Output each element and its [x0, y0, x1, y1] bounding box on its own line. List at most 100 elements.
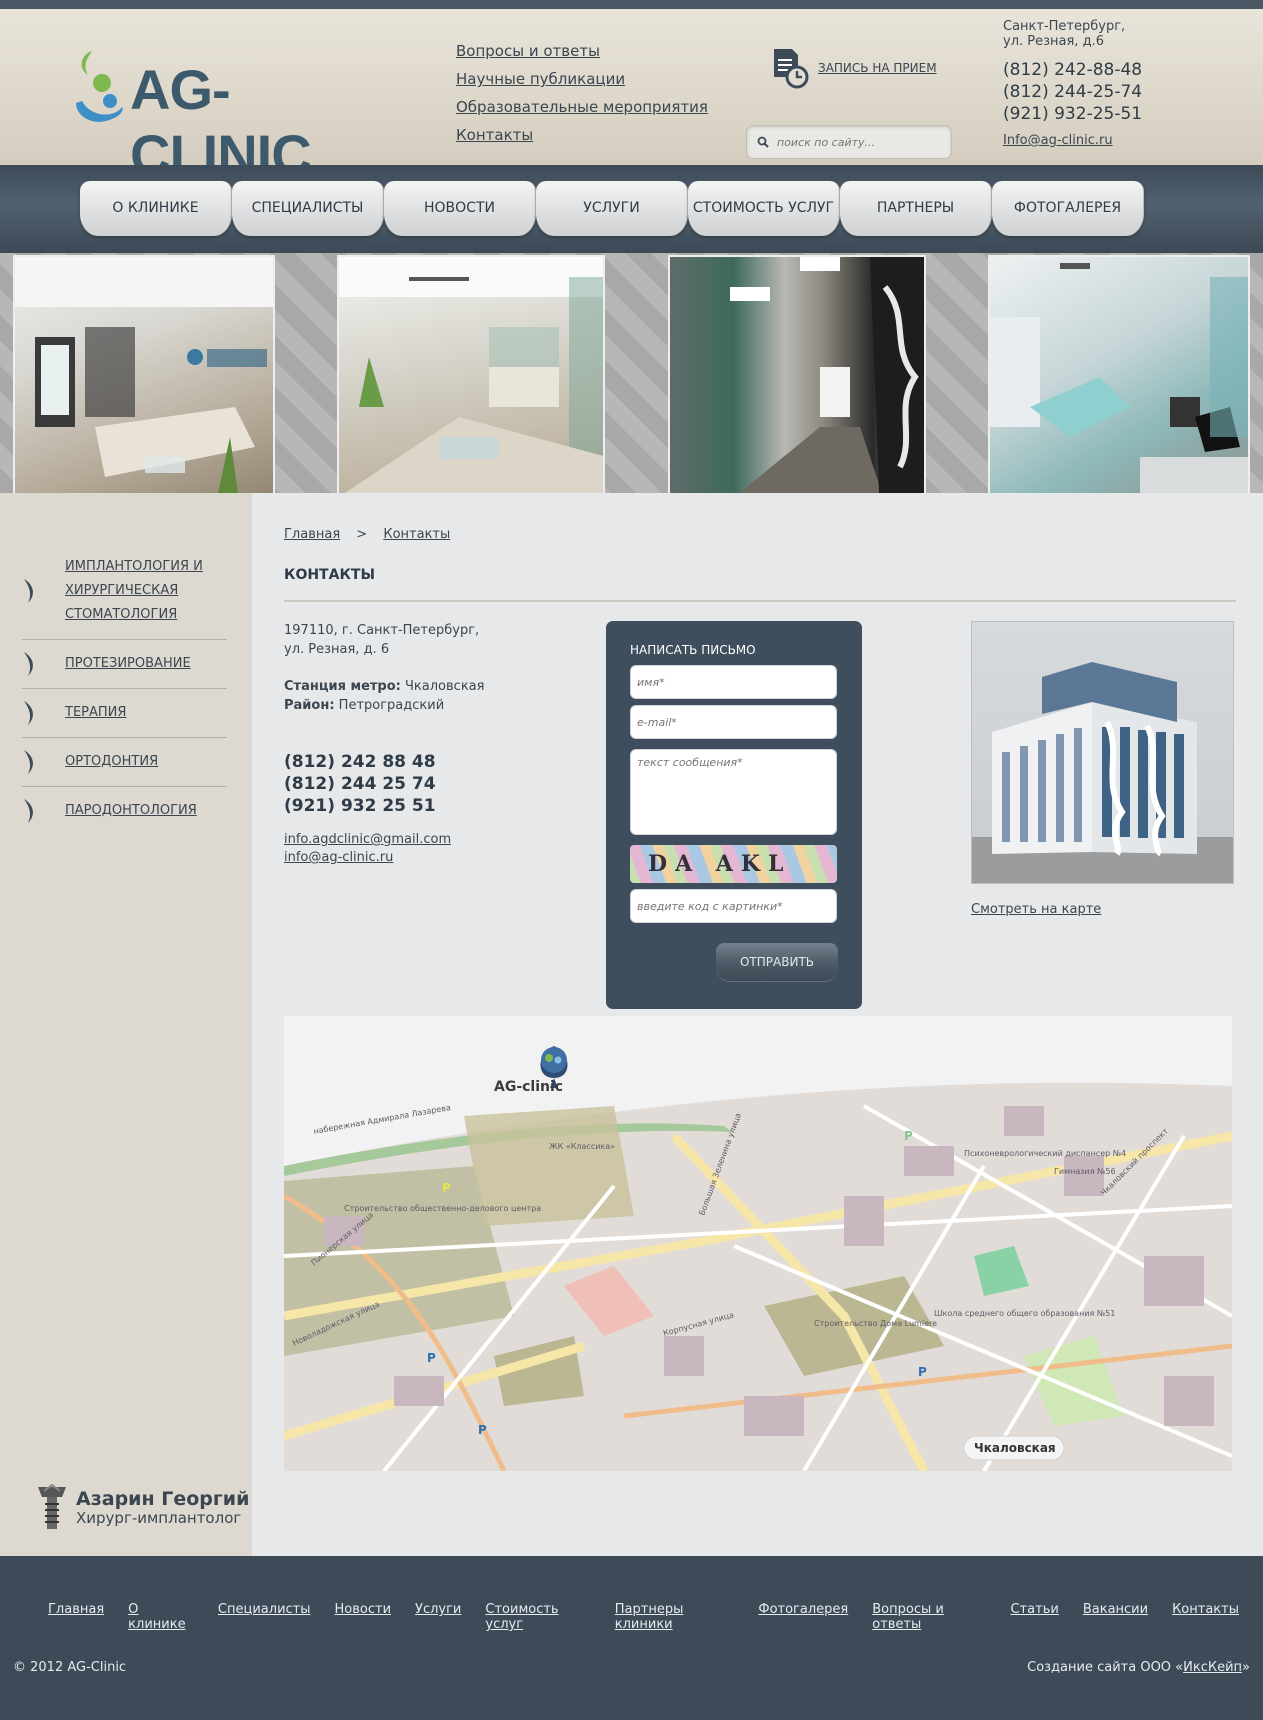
location-map[interactable]: P P P P P набережная Адмирала Лазарева Ж…	[284, 1016, 1232, 1471]
submit-button[interactable]: ОТПРАВИТЬ	[716, 943, 838, 981]
map-station-label: Чкаловская	[974, 1441, 1056, 1455]
clinic-photo-banner	[0, 253, 1263, 515]
doctor-role: Хирург-имплантолог	[76, 1509, 242, 1527]
header-email-link[interactable]: Info@ag-clinic.ru	[1003, 133, 1142, 148]
breadcrumb-home[interactable]: Главная	[284, 527, 340, 542]
nav-gallery[interactable]: ФОТОГАЛЕРЕЯ	[992, 181, 1144, 236]
contact-email-link[interactable]: info@ag-clinic.ru	[284, 849, 544, 867]
top-link-faq[interactable]: Вопросы и ответы	[456, 37, 708, 65]
header-contacts: Санкт-Петербург, ул. Резная, д.6 (812) 2…	[1003, 19, 1142, 148]
search-icon	[757, 136, 769, 148]
sidebar-item-prosthetics[interactable]: ПРОТЕЗИРОВАНИЕ	[22, 640, 227, 689]
contact-phone: (812) 242 88 48	[284, 752, 436, 772]
site-credit-prefix: Создание сайта ООО «	[1027, 1660, 1184, 1675]
footer-link-partners[interactable]: Партнеры клиники	[615, 1602, 735, 1632]
doctor-signature[interactable]: Азарин Георгий Хирург-имплантолог	[36, 1483, 249, 1533]
nav-about[interactable]: О КЛИНИКЕ	[80, 181, 232, 236]
top-links: Вопросы и ответы Научные публикации Обра…	[456, 37, 708, 149]
site-credit-suffix: »	[1242, 1660, 1250, 1675]
header-phone: (812) 244-25-74	[1003, 82, 1143, 102]
metro-row: Станция метро: Чкаловская	[284, 677, 544, 696]
copyright: © 2012 AG-Clinic	[13, 1660, 127, 1675]
nav-prices[interactable]: СТОИМОСТЬ УСЛУГ	[688, 181, 840, 236]
district-label: Район:	[284, 698, 335, 713]
footer-link-gallery[interactable]: Фотогалерея	[758, 1602, 848, 1632]
clinic-lobby-photo	[13, 255, 275, 515]
header-phone: (921) 932-25-51	[1003, 104, 1143, 124]
footer-link-news[interactable]: Новости	[335, 1602, 392, 1632]
footer-link-prices[interactable]: Стоимость услуг	[485, 1602, 590, 1632]
footer-link-about[interactable]: О клинике	[128, 1602, 194, 1632]
chevron-right-icon	[24, 652, 33, 676]
nav-partners[interactable]: ПАРТНЕРЫ КЛИНИКИ	[840, 181, 992, 271]
footer-link-home[interactable]: Главная	[48, 1602, 104, 1632]
clinic-corridor-photo	[668, 255, 926, 515]
footer-link-vacancies[interactable]: Вакансии	[1083, 1602, 1148, 1632]
view-map-link[interactable]: Смотреть на карте	[971, 902, 1101, 917]
sidebar-item-label[interactable]: ОРТОДОНТИЯ	[65, 754, 158, 769]
contact-address-line1: 197110, г. Санкт-Петербург,	[284, 623, 480, 638]
nav-services[interactable]: УСЛУГИ	[536, 181, 688, 236]
metro-label: Станция метро:	[284, 679, 401, 694]
svg-text:P: P	[904, 1129, 913, 1143]
contact-email-link[interactable]: info.agdclinic@gmail.com	[284, 831, 544, 849]
main-content: Главная > Контакты КОНТАКТЫ 197110, г. С…	[252, 493, 1250, 1556]
contact-emails: info.agdclinic@gmail.com info@ag-clinic.…	[284, 831, 544, 867]
footer-link-articles[interactable]: Статьи	[1011, 1602, 1059, 1632]
sidebar-item-label[interactable]: ПАРОДОНТОЛОГИЯ	[65, 803, 197, 818]
footer-link-services[interactable]: Услуги	[415, 1602, 461, 1632]
appointment-clock-icon[interactable]	[770, 47, 810, 89]
map-poi-label: Гимназия №56	[1054, 1167, 1116, 1176]
search-box[interactable]	[746, 125, 952, 159]
appointment: ЗАПИСЬ НА ПРИЕМ	[770, 47, 937, 89]
metro-value: Чкаловская	[405, 679, 485, 694]
map-construction-label: Строительство Дома Lumiere	[814, 1319, 937, 1328]
header-address-line1: Санкт-Петербург,	[1003, 19, 1126, 34]
captcha-image: DA AKL	[630, 845, 837, 883]
district-row: Район: Петроградский	[284, 696, 544, 715]
logo-icon	[76, 51, 123, 122]
svg-text:P: P	[478, 1423, 487, 1437]
captcha-code-field[interactable]	[630, 889, 837, 923]
top-link-events[interactable]: Образовательные мероприятия	[456, 93, 708, 121]
sidebar-item-label[interactable]: ТЕРАПИЯ	[65, 705, 126, 720]
sidebar-item-therapy[interactable]: ТЕРАПИЯ	[22, 689, 227, 738]
svg-text:P: P	[427, 1351, 436, 1365]
footer-link-specialists[interactable]: Специалисты	[218, 1602, 311, 1632]
email-field[interactable]	[630, 705, 837, 739]
dental-implant-icon	[38, 1483, 66, 1529]
clinic-building-photo[interactable]	[971, 621, 1234, 884]
page-title: КОНТАКТЫ	[284, 567, 375, 583]
footer-link-faq[interactable]: Вопросы и ответы	[872, 1602, 986, 1632]
sidebar-item-implantology[interactable]: ИМПЛАНТОЛОГИЯ И ХИРУРГИЧЕСКАЯ СТОМАТОЛОГ…	[22, 543, 227, 640]
map-building-label: ЖК «Классика»	[549, 1142, 615, 1151]
header-address-line2: ул. Резная, д.6	[1003, 34, 1104, 49]
chevron-right-icon	[24, 579, 33, 603]
contact-phones: (812) 242 88 48 (812) 244 25 74 (921) 93…	[284, 751, 544, 817]
name-field[interactable]	[630, 665, 837, 699]
chevron-right-icon	[24, 750, 33, 774]
map-poi-label: Школа среднего общего образования №51	[934, 1309, 1115, 1318]
breadcrumb-current[interactable]: Контакты	[383, 527, 450, 542]
svg-text:P: P	[918, 1365, 927, 1379]
nav-news[interactable]: НОВОСТИ	[384, 181, 536, 236]
svg-text:P: P	[442, 1181, 451, 1195]
site-credit-link[interactable]: ИксКейп	[1183, 1660, 1242, 1675]
map-construction-label: Строительство общественно-делового центр…	[344, 1204, 541, 1213]
message-field[interactable]	[630, 749, 837, 835]
sidebar-item-label[interactable]: ИМПЛАНТОЛОГИЯ И ХИРУРГИЧЕСКАЯ СТОМАТОЛОГ…	[65, 559, 203, 622]
nav-specialists[interactable]: СПЕЦИАЛИСТЫ	[232, 181, 384, 236]
top-link-publications[interactable]: Научные публикации	[456, 65, 708, 93]
header: AG-CLINIC Вопросы и ответы Научные публи…	[0, 0, 1263, 186]
top-link-contacts[interactable]: Контакты	[456, 121, 708, 149]
sidebar-item-periodontology[interactable]: ПАРОДОНТОЛОГИЯ	[22, 787, 227, 835]
search-input[interactable]	[777, 135, 947, 149]
chevron-right-icon	[24, 701, 33, 725]
captcha-text: DA AKL	[648, 851, 792, 877]
appointment-link[interactable]: ЗАПИСЬ НА ПРИЕМ	[818, 61, 937, 75]
sidebar-item-label[interactable]: ПРОТЕЗИРОВАНИЕ	[65, 656, 191, 671]
logo[interactable]: AG-CLINIC	[72, 45, 402, 186]
sidebar-item-orthodontics[interactable]: ОРТОДОНТИЯ	[22, 738, 227, 787]
footer-link-contacts[interactable]: Контакты	[1172, 1602, 1239, 1632]
contact-form-title: НАПИСАТЬ ПИСЬМО	[630, 643, 756, 657]
